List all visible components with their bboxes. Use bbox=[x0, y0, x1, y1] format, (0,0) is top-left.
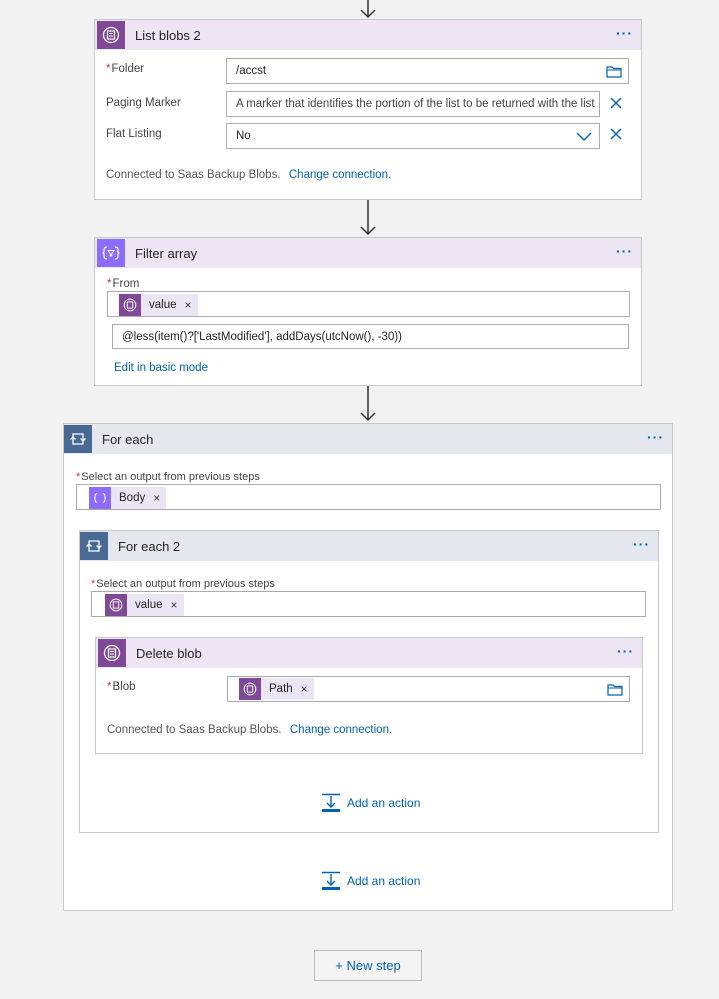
for-each-add-action-button[interactable]: Add an action bbox=[321, 871, 420, 891]
for-each-2-card: For each 2 ··· *Select an output from pr… bbox=[79, 530, 659, 833]
flat-listing-select[interactable]: No bbox=[226, 123, 600, 149]
for-each-2-title: For each 2 bbox=[118, 538, 181, 554]
for-each-card: For each ··· *Select an output from prev… bbox=[63, 423, 673, 911]
new-step-button[interactable]: + New step bbox=[314, 950, 422, 981]
path-token[interactable]: Path × bbox=[239, 678, 314, 700]
delete-blob-header[interactable]: Delete blob ··· bbox=[96, 638, 642, 668]
for-each-title: For each bbox=[102, 431, 154, 447]
list-blobs-title: List blobs 2 bbox=[135, 27, 201, 43]
blob-label: *Blob bbox=[107, 681, 136, 693]
connector-arrow-2 bbox=[360, 386, 376, 422]
connector-arrow-top bbox=[360, 0, 376, 19]
token-remove-icon[interactable]: × bbox=[185, 298, 192, 312]
for-each-2-more-button[interactable]: ··· bbox=[633, 537, 650, 551]
blob-storage-icon bbox=[97, 21, 125, 49]
folder-label: *Folder bbox=[106, 63, 145, 75]
flat-listing-remove-icon[interactable] bbox=[609, 127, 623, 141]
blob-storage-icon bbox=[239, 678, 261, 700]
connector-arrow-1 bbox=[360, 200, 376, 236]
list-blobs-change-connection-link[interactable]: Change connection. bbox=[289, 169, 391, 181]
loop-icon bbox=[64, 425, 92, 453]
list-blobs-more-button[interactable]: ··· bbox=[616, 26, 633, 40]
filter-array-header[interactable]: Filter array ··· bbox=[95, 238, 641, 268]
for-each-header[interactable]: For each ··· bbox=[64, 424, 672, 454]
filter-array-card: Filter array ··· *From value × @less(ite… bbox=[94, 237, 642, 386]
filter-expression-input[interactable]: @less(item()?['LastModified'], addDays(u… bbox=[112, 324, 629, 349]
filter-array-icon bbox=[89, 487, 111, 509]
delete-blob-card: Delete blob ··· *Blob Path × Connected t… bbox=[95, 637, 643, 754]
paging-marker-label: Paging Marker bbox=[106, 97, 181, 109]
delete-blob-change-connection-link[interactable]: Change connection. bbox=[290, 724, 392, 736]
for-each-more-button[interactable]: ··· bbox=[647, 430, 664, 444]
delete-blob-title: Delete blob bbox=[136, 645, 202, 661]
list-blobs-header[interactable]: List blobs 2 ··· bbox=[95, 20, 641, 50]
delete-blob-more-button[interactable]: ··· bbox=[617, 644, 634, 658]
paging-marker-remove-icon[interactable] bbox=[609, 96, 623, 110]
token-remove-icon[interactable]: × bbox=[153, 491, 160, 505]
for-each-2-header[interactable]: For each 2 ··· bbox=[80, 531, 658, 561]
edit-basic-mode-link[interactable]: Edit in basic mode bbox=[114, 362, 208, 374]
loop-icon bbox=[80, 532, 108, 560]
filter-array-icon bbox=[97, 239, 125, 267]
folder-input[interactable]: /accst bbox=[226, 58, 629, 84]
list-blobs-card: List blobs 2 ··· *Folder /accst Paging M… bbox=[94, 19, 642, 200]
add-action-icon bbox=[322, 871, 340, 890]
token-remove-icon[interactable]: × bbox=[301, 682, 308, 696]
flat-listing-label: Flat Listing bbox=[106, 128, 162, 140]
for-each-2-value-token[interactable]: value × bbox=[105, 594, 184, 616]
for-each-2-select-label: *Select an output from previous steps bbox=[91, 578, 275, 590]
blob-storage-icon bbox=[105, 594, 127, 616]
token-remove-icon[interactable]: × bbox=[171, 598, 178, 612]
for-each-select-label: *Select an output from previous steps bbox=[76, 471, 260, 483]
for-each-2-add-action-button[interactable]: Add an action bbox=[321, 793, 420, 813]
folder-picker-icon[interactable] bbox=[606, 65, 622, 81]
body-token[interactable]: Body × bbox=[89, 487, 167, 509]
blob-storage-icon bbox=[119, 294, 141, 316]
paging-marker-input[interactable]: A marker that identifies the portion of … bbox=[226, 91, 600, 117]
delete-blob-connection: Connected to Saas Backup Blobs. Change c… bbox=[107, 724, 393, 736]
chevron-down-icon bbox=[576, 132, 592, 141]
from-value-token[interactable]: value × bbox=[119, 294, 198, 316]
filter-array-title: Filter array bbox=[135, 245, 198, 261]
add-action-icon bbox=[322, 793, 340, 812]
from-label: *From bbox=[107, 278, 140, 290]
blob-storage-icon bbox=[98, 639, 126, 667]
folder-picker-icon[interactable] bbox=[607, 683, 623, 699]
list-blobs-connection: Connected to Saas Backup Blobs. Change c… bbox=[106, 169, 392, 181]
filter-array-more-button[interactable]: ··· bbox=[616, 244, 633, 258]
